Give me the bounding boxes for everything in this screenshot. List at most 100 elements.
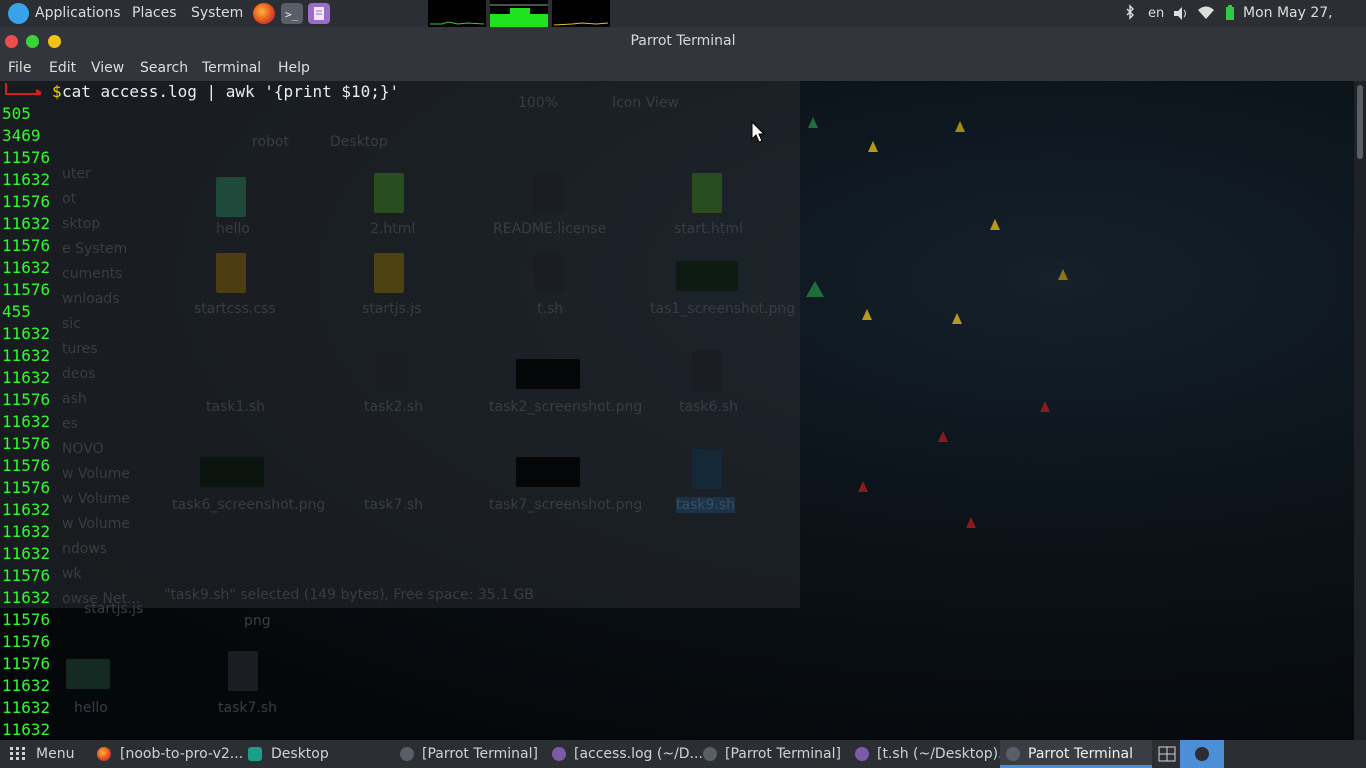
prompt-symbol: $ <box>52 82 62 101</box>
cpu-graph[interactable] <box>428 0 486 27</box>
wallpaper-shape <box>858 481 868 492</box>
output-line: 11576 <box>2 610 51 629</box>
task-access-log[interactable]: [access.log (~/D... <box>552 740 703 768</box>
menu-file[interactable]: File <box>8 55 31 81</box>
ghost-file: hello <box>216 221 250 237</box>
applications-menu-label: Applications <box>35 5 121 21</box>
ghost-file: t.sh <box>537 301 564 317</box>
output-line: 11576 <box>2 478 51 497</box>
task-label: [noob-to-pro-v2... <box>120 746 244 762</box>
text-editor-icon <box>855 747 869 761</box>
ghost-file-icon <box>534 173 564 213</box>
maximize-button[interactable] <box>26 35 39 48</box>
output-line: 11632 <box>2 324 51 343</box>
output-line: 11576 <box>2 280 51 299</box>
output-line: 11632 <box>2 346 51 365</box>
menu-terminal[interactable]: Terminal <box>202 55 261 81</box>
battery-icon[interactable] <box>1224 0 1236 27</box>
ghost-sidebar-item: wk <box>62 566 82 582</box>
task-terminal-2[interactable]: [Parrot Terminal] <box>703 740 848 768</box>
volume-icon[interactable] <box>1172 0 1190 27</box>
output-line: 11632 <box>2 368 51 387</box>
wifi-icon[interactable] <box>1197 0 1215 27</box>
wallpaper-shape <box>1040 401 1050 412</box>
ghost-folder-icon <box>66 659 110 689</box>
terminal-titlebar[interactable]: Parrot Terminal <box>0 27 1366 55</box>
bluetooth-icon[interactable] <box>1124 0 1136 27</box>
output-line: 3469 <box>2 126 41 145</box>
terminal-icon <box>703 747 717 761</box>
wallpaper-shape <box>952 313 962 324</box>
ghost-file: task2_screenshot.png <box>489 399 643 415</box>
menu-view[interactable]: View <box>91 55 124 81</box>
ghost-image-icon <box>676 261 738 291</box>
ghost-desktop-item: hello <box>74 700 108 716</box>
parrot-logo-icon <box>8 3 29 24</box>
background-file-manager: 100% Icon View robot Desktop uter ot skt… <box>0 81 800 608</box>
workspace-switcher[interactable] <box>1156 740 1176 768</box>
ghost-file: task7.sh <box>364 497 423 513</box>
ghost-sidebar-item: sic <box>62 316 81 332</box>
task-t-sh[interactable]: [t.sh (~/Desktop)... <box>855 740 1011 768</box>
terminal-icon <box>1195 747 1209 761</box>
menu-search[interactable]: Search <box>140 55 188 81</box>
ghost-file-icon <box>374 449 404 489</box>
ghost-sidebar-item: NOVO <box>62 441 104 457</box>
terminal-icon[interactable]: >_ <box>281 3 303 24</box>
task-firefox[interactable]: [noob-to-pro-v2... <box>97 740 244 768</box>
terminal-menubar: File Edit View Search Terminal Help <box>0 55 1366 81</box>
output-line: 11632 <box>2 214 51 233</box>
system-menu[interactable]: System <box>191 0 243 27</box>
terminal-scrollbar[interactable] <box>1354 81 1366 740</box>
close-button[interactable] <box>5 35 18 48</box>
ghost-file: task1.sh <box>206 399 265 415</box>
memory-graph[interactable] <box>490 0 548 27</box>
wallpaper-shape <box>808 117 818 128</box>
ghost-sidebar-item: cuments <box>62 266 123 282</box>
ghost-file: 2.html <box>370 221 416 237</box>
output-line: 11632 <box>2 522 51 541</box>
output-line: 11576 <box>2 148 51 167</box>
workspace-icon <box>1158 746 1176 762</box>
ghost-file-icon <box>216 253 246 293</box>
menu-edit[interactable]: Edit <box>49 55 76 81</box>
menu-help[interactable]: Help <box>278 55 310 81</box>
keyboard-layout[interactable]: en <box>1148 0 1164 27</box>
ghost-file: tas1_screenshot.png <box>650 301 796 317</box>
task-label: Desktop <box>271 746 329 762</box>
ghost-file: start.html <box>674 221 743 237</box>
ghost-file: startcss.css <box>194 301 276 317</box>
task-parrot-terminal-active[interactable]: Parrot Terminal <box>1000 740 1152 768</box>
text-editor-icon[interactable] <box>308 3 330 24</box>
ghost-file: README.license <box>493 221 607 237</box>
show-desktop-button[interactable] <box>1180 740 1224 768</box>
task-desktop[interactable]: Desktop <box>248 740 338 768</box>
ghost-image-icon <box>516 457 580 487</box>
wallpaper-shape <box>990 219 1000 230</box>
network-graph[interactable] <box>552 0 610 27</box>
ghost-sidebar-item: ot <box>62 191 77 207</box>
wallpaper-shape <box>1058 269 1068 280</box>
wallpaper-shape <box>938 431 948 442</box>
minimize-button[interactable] <box>48 35 61 48</box>
top-panel: Applications Places System >_ en Mon May… <box>0 0 1366 48</box>
ghost-sidebar-item: ash <box>62 391 87 407</box>
output-line: 11576 <box>2 456 51 475</box>
ghost-desktop-item: task7.sh <box>218 700 277 716</box>
ghost-file-icon <box>374 351 404 391</box>
wallpaper-shape <box>862 309 872 320</box>
firefox-icon[interactable] <box>253 3 275 24</box>
clock[interactable]: Mon May 27, 19:56 <box>1243 0 1366 48</box>
output-line: 11632 <box>2 588 51 607</box>
command-text: cat access.log | awk '{print $10;}' <box>62 82 400 101</box>
ghost-file-icon <box>374 173 404 213</box>
task-terminal-1[interactable]: [Parrot Terminal] <box>400 740 545 768</box>
output-line: 11632 <box>2 720 51 739</box>
places-menu[interactable]: Places <box>132 0 177 27</box>
ghost-path-robot: robot <box>252 134 289 150</box>
scrollbar-thumb[interactable] <box>1357 85 1363 159</box>
ghost-sidebar-item: deos <box>62 366 96 382</box>
ghost-file: task6.sh <box>679 399 738 415</box>
terminal-area[interactable]: 100% Icon View robot Desktop uter ot skt… <box>0 81 1354 740</box>
ghost-sidebar-item: tures <box>62 341 98 357</box>
